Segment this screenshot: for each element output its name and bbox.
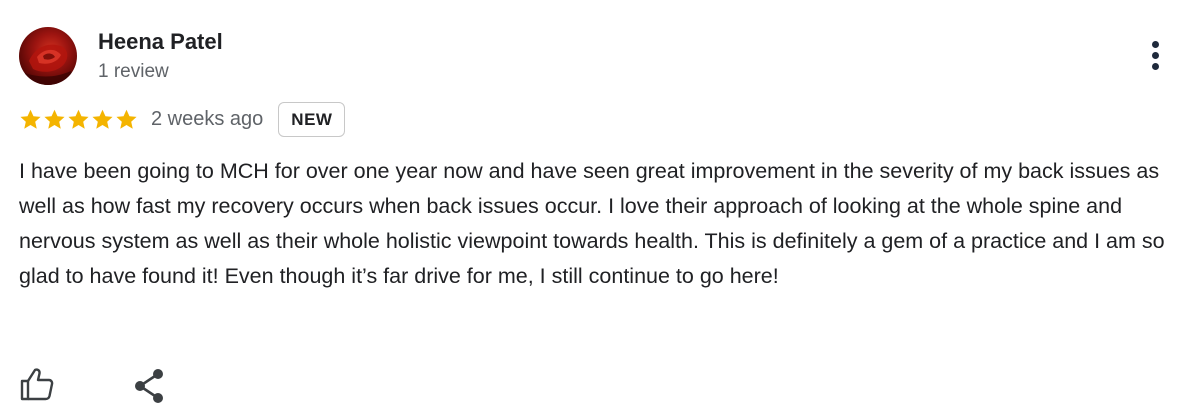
star-icon — [116, 109, 137, 129]
star-icon — [68, 109, 89, 129]
more-options-button[interactable] — [1138, 36, 1174, 76]
share-icon — [135, 369, 163, 403]
review-time: 2 weeks ago — [151, 107, 264, 130]
star-icon — [44, 109, 65, 129]
review-card: Heena Patel 1 review 2 weeks ago NEW I h… — [0, 0, 1200, 414]
more-vert-icon-dot — [1152, 41, 1159, 48]
more-vert-icon-dot — [1152, 63, 1159, 70]
star-rating — [19, 108, 138, 131]
reviewer-name[interactable]: Heena Patel — [98, 29, 223, 55]
share-button[interactable] — [133, 368, 167, 404]
rose-avatar-image — [19, 44, 77, 85]
star-icon — [20, 109, 41, 129]
more-vert-icon-dot — [1152, 52, 1159, 59]
star-icon — [92, 109, 113, 129]
reviewer-review-count: 1 review — [98, 61, 169, 82]
new-badge: NEW — [278, 101, 346, 137]
rating-row: 2 weeks ago NEW — [19, 99, 346, 139]
thumbs-up-icon — [20, 368, 54, 401]
review-text: I have been going to MCH for over one ye… — [19, 159, 1165, 288]
reviewer-avatar[interactable] — [19, 27, 77, 85]
like-button[interactable] — [19, 366, 55, 402]
